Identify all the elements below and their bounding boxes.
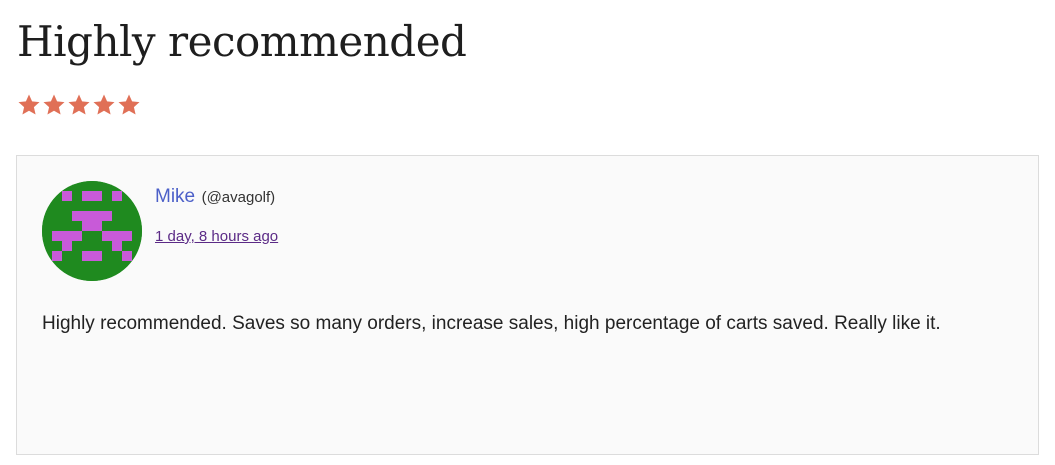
review-date-link[interactable]: 1 day, 8 hours ago [155, 228, 278, 245]
author-line: Mike (@avagolf) [155, 186, 275, 208]
star-icon [67, 93, 91, 117]
star-icon [117, 93, 141, 117]
review-body: Highly recommended. Saves so many orders… [42, 313, 941, 334]
identicon-avatar-icon[interactable] [42, 181, 142, 281]
star-icon [17, 93, 41, 117]
star-rating [17, 93, 141, 117]
review-card: Mike (@avagolf) 1 day, 8 hours ago Highl… [16, 155, 1039, 455]
author-name-link[interactable]: Mike [155, 186, 195, 207]
star-icon [42, 93, 66, 117]
star-icon [92, 93, 116, 117]
author-handle: (@avagolf) [201, 189, 276, 206]
review-title: Highly recommended [17, 17, 467, 66]
review-page: Highly recommended Mike (@avagolf) 1 day… [0, 0, 1055, 465]
